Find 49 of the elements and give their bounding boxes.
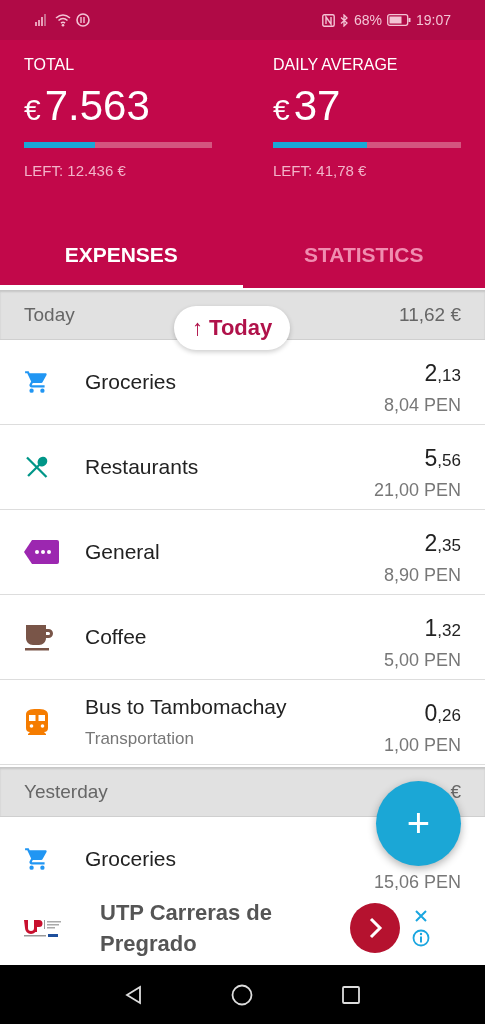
expense-name: Groceries (85, 847, 178, 871)
expense-amount: 2,35 (424, 530, 461, 557)
expense-name: Groceries (85, 370, 178, 394)
original-amount: 5,00 PEN (383, 650, 461, 671)
currency-symbol: € (24, 93, 41, 127)
expense-amount: 1,32 (424, 615, 461, 642)
home-icon[interactable] (231, 983, 254, 1006)
recents-icon[interactable] (341, 984, 362, 1005)
remaining-amount: LEFT: 12.436 € (24, 162, 127, 179)
summary-label: DAILY AVERAGE (273, 56, 399, 74)
day-total: € (450, 780, 461, 803)
day-total: 11,62 € (399, 303, 461, 326)
expense-row[interactable]: Restaurants 5,56 21,00 PEN (0, 425, 485, 510)
original-amount: 8,04 PEN (383, 395, 461, 416)
original-amount: 8,90 PEN (383, 565, 461, 586)
expense-amount: 5,56 (424, 445, 461, 472)
bluetooth-icon (339, 13, 349, 27)
day-title: Yesterday (24, 780, 108, 803)
summary-amount: 37 (293, 82, 341, 130)
ad-open-button[interactable] (350, 902, 400, 953)
back-icon[interactable] (123, 984, 144, 1005)
notification-icon (76, 13, 90, 27)
summary-amount: 7.563 (44, 82, 150, 130)
clock-time: 19:07 (415, 12, 451, 28)
original-amount: 15,06 PEN (373, 872, 461, 890)
expense-row[interactable]: General 2,35 8,90 PEN (0, 510, 485, 595)
ad-title[interactable]: UTP Carreras de Pregrado (100, 896, 350, 959)
remaining-amount: LEFT: 41,78 € (273, 162, 368, 179)
expense-amount: 2,13 (424, 360, 461, 387)
close-icon[interactable] (414, 908, 428, 923)
nfc-icon (321, 13, 335, 27)
summary-label: TOTAL (24, 56, 76, 74)
expense-row[interactable]: Bus to Tambomachay Transportation 0,26 1,00 PEN (0, 680, 485, 765)
expense-name: Restaurants (85, 455, 200, 479)
original-amount: 1,00 PEN (383, 735, 461, 756)
info-icon[interactable] (412, 928, 430, 947)
original-amount: 21,00 PEN (373, 480, 461, 501)
day-title: Today (24, 303, 75, 326)
battery-percentage: 68% (353, 12, 382, 28)
expense-name: Coffee (85, 625, 148, 649)
battery-icon (386, 14, 411, 26)
expense-name: General (85, 540, 161, 564)
expense-name: Bus to Tambomachay (85, 695, 288, 719)
expense-amount: 0,26 (424, 700, 461, 727)
jump-to-today-button[interactable]: ↑ Today (174, 306, 291, 350)
currency-symbol: € (273, 93, 290, 127)
wifi-icon (55, 13, 71, 27)
expense-row[interactable]: Coffee 1,32 5,00 PEN (0, 595, 485, 680)
expense-category: Transportation (85, 729, 195, 749)
